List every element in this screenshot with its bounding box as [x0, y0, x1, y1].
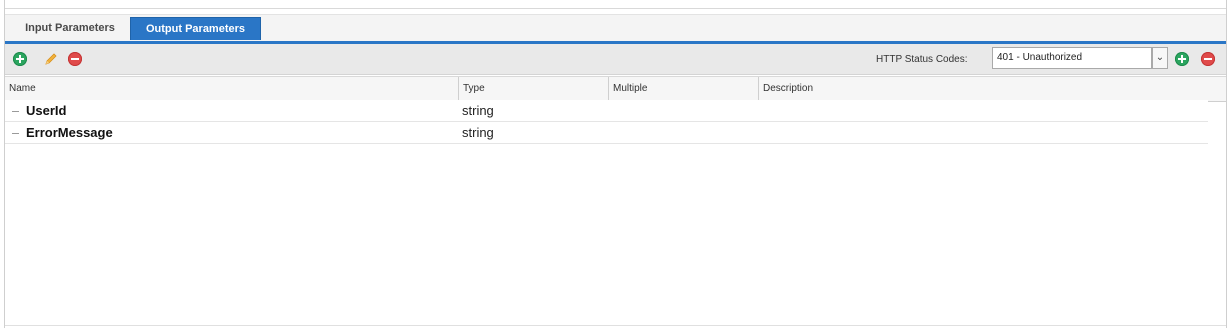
- remove-icon: [68, 52, 82, 66]
- add-status-icon: [1175, 52, 1189, 66]
- chevron-down-icon: ⌄: [1155, 52, 1165, 63]
- column-header-name[interactable]: Name: [5, 77, 458, 101]
- row-name: ErrorMessage: [26, 125, 113, 140]
- grid-header-filler: [1208, 76, 1226, 102]
- edit-button[interactable]: [43, 51, 59, 67]
- remove-button[interactable]: [67, 51, 83, 67]
- add-status-button[interactable]: [1174, 51, 1190, 67]
- remove-status-icon: [1201, 52, 1215, 66]
- right-border: [1226, 0, 1227, 328]
- parameters-panel: Input Parameters Output Parameters HTTP …: [0, 0, 1228, 328]
- bottom-border: [5, 325, 1226, 326]
- top-strip: [4, 0, 1226, 9]
- remove-status-button[interactable]: [1200, 51, 1216, 67]
- http-status-label: HTTP Status Codes:: [876, 54, 968, 65]
- grid-header: Name Type Multiple Description: [5, 76, 1208, 102]
- tree-branch: [12, 133, 19, 134]
- http-status-select[interactable]: 401 - Unauthorized: [992, 47, 1152, 69]
- row-name: UserId: [26, 103, 67, 118]
- table-row[interactable]: UserId string: [5, 100, 1208, 122]
- tree-branch: [12, 111, 19, 112]
- http-status-dropdown-button[interactable]: ⌄: [1152, 47, 1168, 69]
- tab-input-parameters[interactable]: Input Parameters: [12, 17, 128, 40]
- tab-output-parameters[interactable]: Output Parameters: [130, 17, 261, 40]
- column-header-type[interactable]: Type: [458, 77, 608, 101]
- add-icon: [13, 52, 27, 66]
- row-type: string: [462, 103, 494, 118]
- column-header-multiple[interactable]: Multiple: [608, 77, 758, 101]
- table-row[interactable]: ErrorMessage string: [5, 122, 1208, 144]
- add-button[interactable]: [12, 51, 28, 67]
- column-header-description[interactable]: Description: [758, 77, 1208, 101]
- grid-empty-area: [5, 144, 1226, 326]
- row-type: string: [462, 125, 494, 140]
- edit-pencil-icon: [45, 53, 57, 65]
